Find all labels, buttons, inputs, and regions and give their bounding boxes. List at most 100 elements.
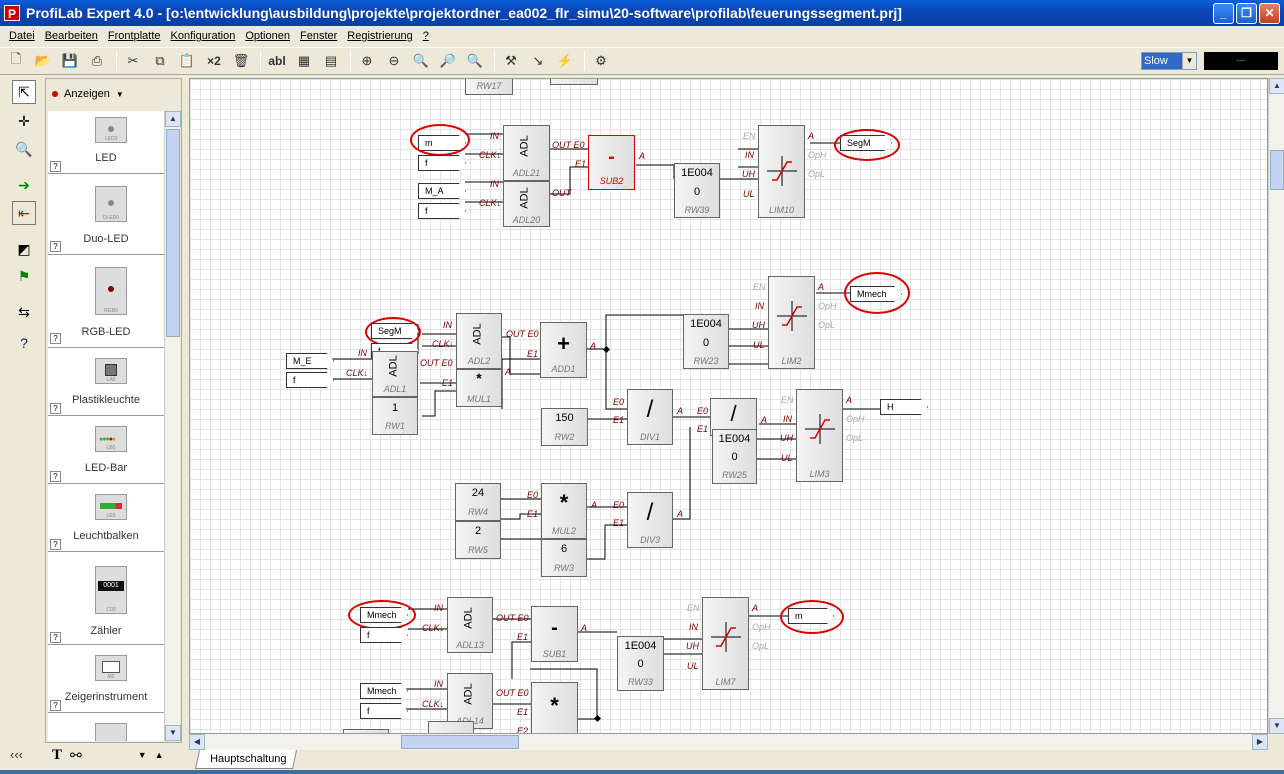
scroll-right-icon[interactable]: ▶	[1252, 734, 1268, 750]
component-zaehler[interactable]: 0001 C00 Zähler ?	[48, 552, 164, 645]
scroll-thumb[interactable]	[166, 129, 180, 337]
block-adl13[interactable]: ADL ADL13	[447, 597, 493, 653]
component-rgb-led[interactable]: RGB0 RGB-LED ?	[48, 255, 164, 348]
menu-frontplatte[interactable]: Frontplatte	[103, 30, 166, 42]
signal-m-a[interactable]: M_A	[418, 183, 466, 199]
block-lim3[interactable]: LIM3	[796, 389, 843, 482]
menu-bearbeiten[interactable]: Bearbeiten	[40, 30, 103, 42]
block-rw17[interactable]: RW17	[465, 79, 513, 95]
component-zeigerinstrument[interactable]: M0 Zeigerinstrument ?	[48, 645, 164, 713]
hilo-icon[interactable]: ◩	[12, 237, 36, 261]
tools-icon[interactable]: ⚒	[499, 50, 523, 72]
arrow-up-icon[interactable]: ▲	[155, 750, 164, 760]
block-rw1[interactable]: 1 RW1	[372, 397, 418, 435]
block-mul2[interactable]: * MUL2	[541, 483, 587, 539]
collapse-button[interactable]: ‹‹‹	[10, 747, 23, 762]
help-icon[interactable]: ?	[50, 471, 61, 482]
cut-icon[interactable]: ✂	[121, 50, 145, 72]
category-dropdown[interactable]: Anzeigen ▼	[46, 79, 181, 109]
signal-m-e[interactable]: M_E	[286, 353, 334, 369]
block-adl20[interactable]: ADL ADL20	[503, 181, 550, 227]
text-tool-button[interactable]: abl	[265, 50, 289, 72]
scroll-left-icon[interactable]: ◀	[189, 734, 205, 750]
block-mul3[interactable]: *	[531, 682, 578, 733]
block-div-top[interactable]	[550, 79, 598, 85]
scroll-up-icon[interactable]: ▲	[1269, 78, 1284, 94]
block-rw3[interactable]: 6 RW3	[541, 539, 587, 577]
block-rw25[interactable]: 1E004 0 RW25	[712, 429, 757, 484]
compile-icon[interactable]: ⚡	[553, 50, 577, 72]
block-partial[interactable]	[428, 721, 474, 733]
zoom-out-icon[interactable]: ⊖	[382, 50, 406, 72]
settings-gear-icon[interactable]: ⚙	[589, 50, 613, 72]
junction-icon[interactable]: ✛	[12, 109, 36, 133]
open-folder-icon[interactable]: 📂	[31, 50, 55, 72]
help-icon[interactable]: ?	[50, 241, 61, 252]
paste-icon[interactable]: 📋	[175, 50, 199, 72]
component-led-bar[interactable]: ●●●●● LB0 LED-Bar ?	[48, 416, 164, 484]
block-rw39[interactable]: 1E004 0 RW39	[674, 163, 720, 218]
menu-registrierung[interactable]: Registrierung	[342, 30, 417, 42]
signal-h-out[interactable]: H	[880, 399, 928, 415]
scroll-up-icon[interactable]: ▲	[165, 111, 181, 127]
signal-f2[interactable]: f	[418, 203, 466, 219]
block-lim10[interactable]: LIM10	[758, 125, 805, 218]
block-div3[interactable]: / DIV3	[627, 492, 673, 548]
pointer-icon[interactable]: ⇱	[12, 80, 36, 104]
save-icon[interactable]: 💾	[58, 50, 82, 72]
block-adl21[interactable]: ADL ADL21	[503, 125, 550, 181]
block-rw5[interactable]: 2 RW5	[455, 521, 501, 559]
help-icon[interactable]: ?	[50, 403, 61, 414]
wire-tool-icon[interactable]: ↘	[526, 50, 550, 72]
menu-fenster[interactable]: Fenster	[295, 30, 342, 42]
delete-icon[interactable]: 🗑	[229, 50, 253, 72]
scroll-thumb[interactable]	[401, 735, 519, 749]
chevron-down-icon[interactable]: ▼	[1182, 53, 1196, 69]
menu-datei[interactable]: Datei	[4, 30, 40, 42]
block-div1[interactable]: / DIV1	[627, 389, 673, 445]
signal-mmech-in2[interactable]: Mmech	[360, 683, 408, 699]
block-adl2[interactable]: ADL ADL2	[456, 313, 502, 369]
text-icon[interactable]: T	[52, 747, 62, 764]
tab-hauptschaltung[interactable]: Hauptschaltung	[194, 750, 298, 769]
signal-f5[interactable]: f	[360, 627, 408, 643]
scroll-down-icon[interactable]: ▼	[165, 725, 181, 741]
run-arrow-icon[interactable]: ➔	[12, 173, 36, 197]
component-next[interactable]	[48, 713, 164, 741]
flag-icon[interactable]: ⚑	[12, 264, 36, 288]
zoom-fit-icon[interactable]: 🔎	[436, 50, 460, 72]
component-plastikleuchte[interactable]: LA0 Plastikleuchte ?	[48, 348, 164, 416]
help-icon[interactable]: ?	[50, 632, 61, 643]
canvas-vscrollbar[interactable]: ▲ ▼	[1268, 78, 1284, 734]
swap-icon[interactable]: ⇆	[12, 300, 36, 324]
binoculars-icon[interactable]: ⚯	[70, 747, 82, 764]
menu-konfiguration[interactable]: Konfiguration	[166, 30, 241, 42]
frontpanel-icon[interactable]: ▤	[319, 50, 343, 72]
arrow-down-icon[interactable]: ▼	[138, 750, 147, 760]
signal-f1[interactable]: f	[418, 155, 466, 171]
speed-select[interactable]: Slow ▼	[1141, 52, 1197, 70]
block-rw23[interactable]: 1E004 0 RW23	[683, 314, 729, 369]
print-icon[interactable]: ⎙	[85, 50, 109, 72]
block-rw33[interactable]: 1E004 0 RW33	[617, 636, 664, 691]
scroll-thumb[interactable]	[1270, 150, 1284, 190]
help-icon[interactable]: ?	[50, 333, 61, 344]
stop-icon[interactable]: ⇤	[12, 201, 36, 225]
block-rw2[interactable]: 150 RW2	[541, 408, 588, 446]
help-icon[interactable]: ?	[50, 161, 61, 172]
grid-icon[interactable]: ▦	[292, 50, 316, 72]
component-duo-led[interactable]: DLED0 Duo-LED ?	[48, 174, 164, 255]
maximize-button[interactable]: ❐	[1236, 3, 1257, 24]
component-led[interactable]: LED0 LED ?	[48, 111, 164, 174]
block-adl1[interactable]: ADL ADL1	[372, 351, 418, 397]
help-icon[interactable]: ?	[50, 700, 61, 711]
help-cursor-icon[interactable]: ?	[12, 331, 36, 355]
new-file-icon[interactable]: 🗋	[4, 50, 28, 72]
signal-f6[interactable]: f	[360, 703, 408, 719]
block-sub2[interactable]: - SUB2	[588, 135, 635, 190]
block-add1[interactable]: + ADD1	[540, 322, 587, 378]
help-icon[interactable]: ?	[50, 539, 61, 550]
menu-help[interactable]: ?	[418, 30, 434, 42]
magnifier-icon[interactable]: 🔍	[12, 137, 36, 161]
block-lim2[interactable]: LIM2	[768, 276, 815, 369]
